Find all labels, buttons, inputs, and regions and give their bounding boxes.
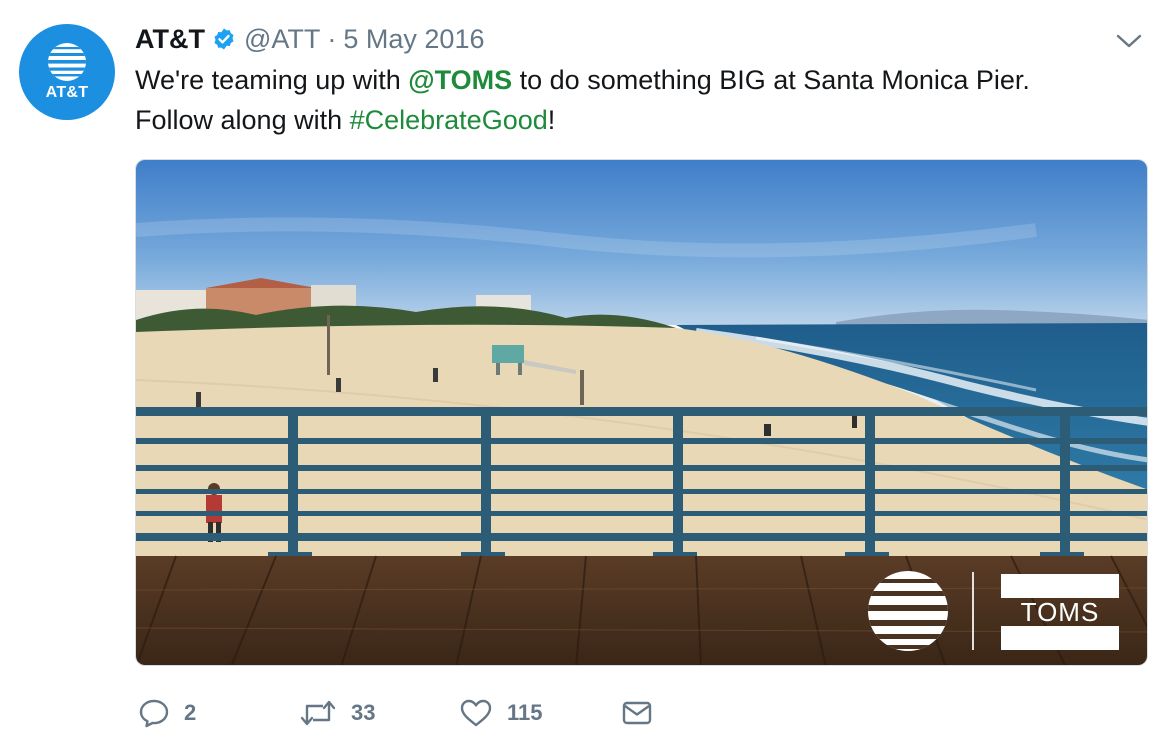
reply-button[interactable]: 2 <box>138 698 299 728</box>
tweet-text-part: We're teaming up with <box>135 65 409 95</box>
message-icon <box>622 701 652 725</box>
like-count: 115 <box>507 700 543 725</box>
direct-message-button[interactable] <box>621 698 653 728</box>
toms-logo-text: TOMS <box>1021 597 1100 627</box>
tweet-text-part: to do something BIG at Santa Monica Pier… <box>512 65 1030 95</box>
like-icon <box>460 699 492 727</box>
avatar-label: AT&T <box>45 84 89 101</box>
header-separator: · <box>327 23 337 54</box>
reply-count: 2 <box>184 700 197 725</box>
author-name[interactable]: AT&T <box>135 24 205 55</box>
globe-icon <box>48 43 86 81</box>
chevron-down-icon[interactable] <box>1114 30 1144 52</box>
tweet-text-part: ! <box>547 105 556 135</box>
verified-badge-icon <box>212 27 236 51</box>
retweet-count: 33 <box>351 700 376 725</box>
beach-scene-photo: TOMS <box>136 160 1147 665</box>
tweet-actions: 2 33 115 <box>138 694 653 732</box>
retweet-icon <box>300 700 336 726</box>
reply-icon <box>139 699 169 728</box>
tweet-text: We're teaming up with @TOMS to do someth… <box>135 60 1145 140</box>
retweet-button[interactable]: 33 <box>299 698 459 728</box>
hashtag-link[interactable]: #CelebrateGood <box>350 105 548 135</box>
author-handle[interactable]: @ATT <box>244 24 320 55</box>
tweet-text-part: Follow along with <box>135 105 350 135</box>
tweet-header: AT&T @ATT · 5 May 2016 <box>135 22 484 56</box>
mention-link[interactable]: @TOMS <box>408 65 512 95</box>
avatar[interactable]: AT&T <box>19 24 115 120</box>
like-button[interactable]: 115 <box>459 698 621 728</box>
tweet-photo[interactable]: TOMS <box>135 159 1148 666</box>
tweet-date[interactable]: 5 May 2016 <box>343 24 484 55</box>
